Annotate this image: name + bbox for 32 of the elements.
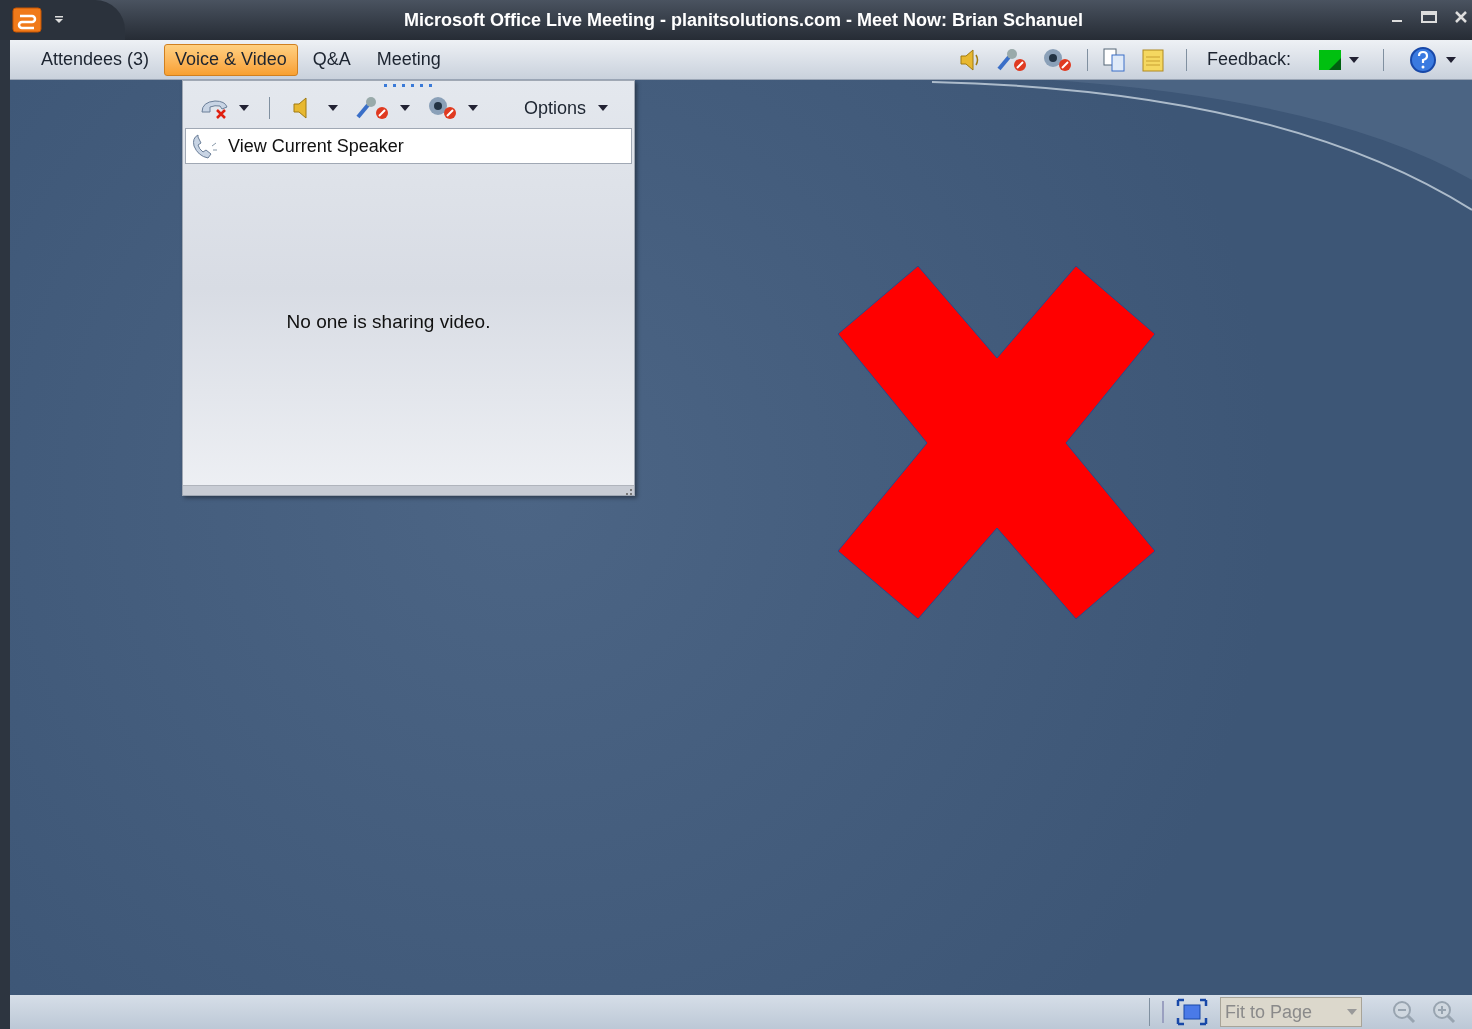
- view-current-speaker-button[interactable]: View Current Speaker: [185, 128, 632, 164]
- webcam-button[interactable]: [426, 95, 478, 121]
- dropdown-arrow-icon: [400, 105, 410, 111]
- feedback-status-button[interactable]: [1319, 49, 1359, 70]
- speaker-button[interactable]: [290, 95, 338, 121]
- dropdown-arrow-icon: [598, 105, 608, 111]
- menu-tab[interactable]: Attendees (3): [30, 43, 161, 76]
- dropdown-arrow-icon: [239, 105, 249, 111]
- help-icon: [1408, 45, 1438, 74]
- fit-to-screen-icon[interactable]: [1176, 998, 1208, 1026]
- menu-tab[interactable]: Voice & Video: [164, 43, 298, 76]
- feedback-status-icon: [1319, 49, 1341, 70]
- dropdown-arrow-icon: [1349, 56, 1359, 63]
- no-video-message: No one is sharing video.: [286, 310, 491, 335]
- window-title: Microsoft Office Live Meeting - planitsolutions.com - Meet Now: Brian Schanuel: [403, 8, 1084, 32]
- dropdown-arrow-icon: [1446, 56, 1456, 63]
- microphone-button[interactable]: [354, 95, 410, 121]
- phone-icon: [190, 132, 220, 160]
- menu-tab[interactable]: Q&A: [301, 43, 362, 76]
- close-icon[interactable]: [1454, 10, 1468, 24]
- menu-tab[interactable]: Meeting: [365, 43, 452, 76]
- dropdown-arrow-icon: [1347, 1009, 1357, 1015]
- maximize-icon[interactable]: [1420, 10, 1438, 24]
- drag-handle-icon[interactable]: [383, 84, 434, 88]
- resize-grip-icon[interactable]: [626, 489, 632, 495]
- feedback-label: Feedback:: [1206, 48, 1291, 71]
- help-button[interactable]: [1408, 45, 1456, 74]
- dropdown-arrow-icon: [468, 105, 478, 111]
- options-button[interactable]: Options: [523, 94, 608, 122]
- quick-access-menu-icon[interactable]: [54, 16, 64, 24]
- dropdown-arrow-icon: [328, 105, 338, 111]
- app-logo-icon[interactable]: [12, 7, 42, 33]
